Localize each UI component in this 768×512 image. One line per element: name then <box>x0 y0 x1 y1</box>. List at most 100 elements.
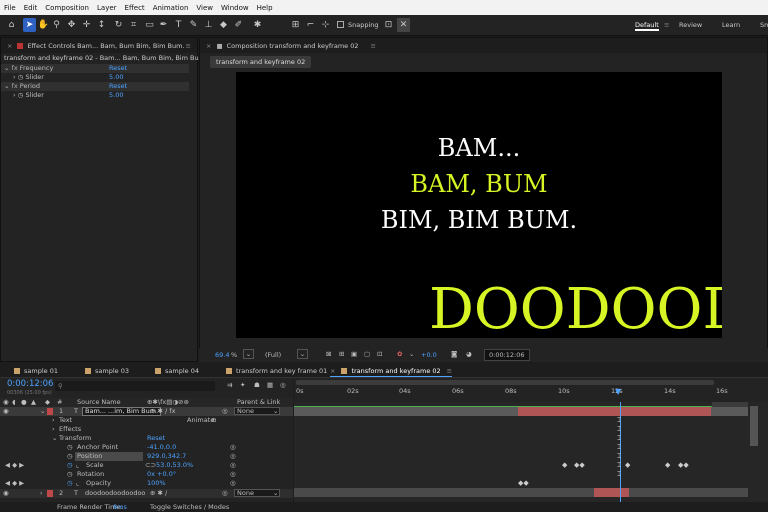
prop-anchor-point-row[interactable]: ◷ Anchor Point -41.0,0.0 ◎ <box>0 443 293 452</box>
transform-reset[interactable]: Reset <box>147 434 165 443</box>
zoom-tool-icon[interactable]: ⚲ <box>50 18 63 32</box>
scale-keyframe-icon[interactable]: ◆ <box>665 461 670 470</box>
expression-pickwhip-icon[interactable]: ◎ <box>230 461 236 470</box>
pen-tool-icon[interactable]: ✒ <box>157 18 170 32</box>
scale-value[interactable]: 53.0,53.0% <box>156 461 193 470</box>
graph-icon[interactable]: ⌞ <box>76 461 79 470</box>
work-area-end[interactable] <box>712 402 748 407</box>
expression-pickwhip-icon[interactable]: ◎ <box>230 479 236 488</box>
type-tool-icon[interactable]: T <box>172 18 185 32</box>
layer-2-name[interactable]: doodoodoodoodoo <box>85 489 145 498</box>
workspace-menu-icon[interactable]: ≡ <box>664 21 669 29</box>
menu-edit[interactable]: Edit <box>24 4 38 12</box>
camera-behind-icon[interactable]: ⌗ <box>127 18 140 32</box>
toggle-switches-modes[interactable]: Toggle Switches / Modes <box>150 502 229 512</box>
brush-tool-icon[interactable]: ✎ <box>187 18 200 32</box>
timeline-tracks[interactable]: ⌶ ⌶ ⌶ ⌶ ⌶ ◆ ◆◆ ◆ ◆ ◆◆ ⌶ ⌶ ◆◆ <box>294 402 768 502</box>
zoom-value[interactable]: 69.4 <box>215 351 229 359</box>
timeline-ruler[interactable]: 0s 02s 04s 06s 08s 10s 12s 14s 16s ▼ <box>294 378 768 402</box>
animate-add-icon[interactable]: ⊕ <box>211 416 216 425</box>
timeline-scrollbar[interactable] <box>750 406 758 446</box>
exposure-value[interactable]: +0.0 <box>421 351 437 359</box>
playhead-icon[interactable]: ▼ <box>615 387 621 396</box>
composition-tab[interactable]: × ■ Composition transform and keyframe 0… <box>200 38 767 53</box>
resolution-value[interactable]: (Full) <box>265 351 281 359</box>
period-slider-value[interactable]: 5.00 <box>109 91 123 100</box>
label-color-swatch[interactable] <box>47 408 53 415</box>
transparency-grid-icon[interactable]: ⊞ <box>339 350 344 358</box>
rotation-value[interactable]: 0x +0.0° <box>147 470 176 479</box>
graph-icon[interactable]: ⌞ <box>76 479 79 488</box>
disclosure-closed-icon[interactable]: › <box>40 489 43 498</box>
roto-brush-icon[interactable]: ✐ <box>232 18 245 32</box>
layer-1-bar-highlight[interactable] <box>518 407 711 416</box>
zoom-dropdown-icon[interactable]: ⌄ <box>243 349 254 359</box>
clone-stamp-icon[interactable]: ⊥ <box>202 18 215 32</box>
snapping-checkbox[interactable] <box>337 21 344 28</box>
fx-icon[interactable]: fx <box>12 64 18 72</box>
expression-pickwhip-icon[interactable]: ◎ <box>230 470 236 479</box>
snap-grid-icon[interactable]: ✕ <box>397 18 410 32</box>
eraser-tool-icon[interactable]: ◆ <box>217 18 230 32</box>
stopwatch-active-icon[interactable]: ◷ <box>67 461 73 470</box>
tab-sample-03[interactable]: sample 03 <box>85 366 129 377</box>
layer-switches-icon[interactable]: ⊕ ✱ / <box>150 489 167 498</box>
parent-dropdown-icon[interactable]: ⌄ <box>273 407 278 416</box>
work-area-bar[interactable] <box>296 380 714 385</box>
effect-controls-tab[interactable]: × Effect Controls Bam... Bam, Bum Bim, B… <box>1 38 197 53</box>
effect-frequency-reset[interactable]: Reset <box>109 64 127 73</box>
snap-option-icon[interactable]: ⊡ <box>382 18 395 32</box>
prop-opacity-row[interactable]: ◀ ◆ ▶ ◷ ⌞ Opacity 100% ◎ <box>0 479 293 488</box>
tab-sample-04[interactable]: sample 04 <box>155 366 199 377</box>
prop-position-row[interactable]: ◷ Position 929.0,342.7 ◎ <box>0 452 293 461</box>
scale-keyframe-icon[interactable]: ◆◆ <box>574 461 585 470</box>
effect-period-reset[interactable]: Reset <box>109 82 127 91</box>
scale-keyframe-icon[interactable]: ◆ <box>625 461 630 470</box>
comp-mini-flowchart-icon[interactable]: ⇉ <box>227 381 232 389</box>
timeline-timecode[interactable]: 0:00:12:06 <box>7 379 53 389</box>
stopwatch-icon[interactable]: ◷ <box>67 470 73 479</box>
draft-3d-icon[interactable]: ✦ <box>240 381 245 389</box>
parent-dropdown-icon[interactable]: ⌄ <box>273 489 278 498</box>
constrain-link-icon[interactable]: ⊂⊃ <box>145 461 156 470</box>
close-icon[interactable]: × <box>7 42 12 50</box>
anchor-point-value[interactable]: -41.0,0.0 <box>147 443 176 452</box>
panel-menu-icon[interactable]: ≡ <box>371 42 376 50</box>
snap-feature-icon[interactable]: ⊞ <box>289 18 302 32</box>
visibility-icon[interactable]: ◉ <box>3 407 9 416</box>
disclosure-open-icon[interactable]: ⌄ <box>40 407 45 416</box>
orbit-tool-icon[interactable]: ✥ <box>65 18 78 32</box>
rectangle-tool-icon[interactable]: ▭ <box>143 18 156 32</box>
disclosure-open-icon[interactable]: ⌄ <box>4 64 9 72</box>
disclosure-closed-icon[interactable]: › <box>13 73 16 81</box>
scale-keyframe-icon[interactable]: ◆◆ <box>678 461 689 470</box>
color-management-icon[interactable]: ⌄ <box>409 350 414 358</box>
prop-scale-row[interactable]: ◀ ◆ ▶ ◷ ⌞ Scale ⊂⊃ 53.0,53.0% ◎ <box>0 461 293 470</box>
text-group-row[interactable]: › Text Animate: ⊕ <box>0 416 293 425</box>
workspace-default[interactable]: Default <box>635 21 659 31</box>
viewer-timecode[interactable]: 0:00:12:06 <box>484 349 530 361</box>
rotate-tool-icon[interactable]: ↻ <box>112 18 125 32</box>
composition-lock-icon[interactable]: ■ <box>216 42 222 50</box>
frequency-slider-value[interactable]: 5.00 <box>109 73 123 82</box>
label-color-swatch[interactable] <box>47 490 53 497</box>
hand-tool-icon[interactable]: ✋ <box>37 18 50 32</box>
layer-2-bar-highlight[interactable] <box>594 488 629 497</box>
tab-transform-keyframe-02[interactable]: × transform and keyframe 02 ≡ <box>330 366 453 377</box>
stopwatch-icon[interactable]: ◷ <box>67 452 73 461</box>
composition-subtab[interactable]: transform and keyframe 02 <box>210 56 312 68</box>
disclosure-open-icon[interactable]: ⌄ <box>4 82 9 90</box>
transform-group-row[interactable]: ⌄ Transform Reset <box>0 434 293 443</box>
home-icon[interactable]: ⌂ <box>5 18 18 32</box>
tab-sample-01[interactable]: sample 01 <box>14 366 58 377</box>
pick-whip-icon[interactable]: ◎ <box>222 489 228 498</box>
disclosure-closed-icon[interactable]: › <box>52 425 55 434</box>
tab-transform-key-frame-01[interactable]: transform and key frame 01 <box>226 366 327 377</box>
resolution-dropdown-icon[interactable]: ⌄ <box>297 349 308 359</box>
snap-edge-icon[interactable]: ⌐ <box>304 18 317 32</box>
opacity-keyframe-icon[interactable]: ◆◆ <box>518 479 529 488</box>
menu-animation[interactable]: Animation <box>153 4 189 12</box>
disclosure-open-icon[interactable]: ⌄ <box>52 434 57 443</box>
puppet-pin-icon[interactable]: ✱ <box>251 18 264 32</box>
workspace-small[interactable]: Sm <box>760 21 768 29</box>
